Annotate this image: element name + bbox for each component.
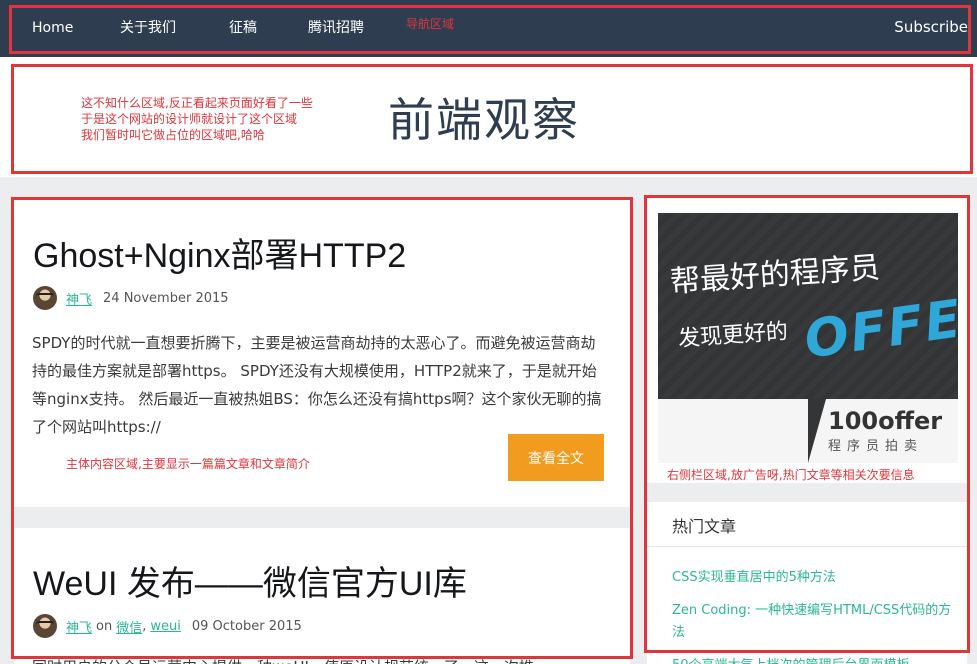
post-excerpt: SPDY的时代就一直想要折腾下，主要是被运营商劫持的太恶心了。而避免被运营商劫持… xyxy=(32,334,602,436)
popular-posts-widget: 热门文章 CSS实现垂直居中的5种方法 Zen Coding: 一种快速编写HT… xyxy=(647,502,967,664)
nav-item-about[interactable]: 关于我们 xyxy=(120,19,176,37)
top-nav: Home 关于我们 征稿 腾讯招聘 导航区域 Subscribe xyxy=(0,0,977,57)
post-excerpt: 同时用户的公众号运营中心提供一种weUI，使原设计规范统一了。这一次推 xyxy=(32,656,534,664)
post-date: 09 October 2015 xyxy=(191,618,302,634)
subscribe-link[interactable]: Subscribe xyxy=(894,18,968,36)
header-annotation-line: 于是这个网站的设计师就设计了这个区域 xyxy=(81,112,298,126)
post-meta: 神飞 24 November 2015 xyxy=(33,286,229,310)
popular-posts-list: CSS实现垂直居中的5种方法 Zen Coding: 一种快速编写HTML/CS… xyxy=(672,567,952,664)
popular-posts-title: 热门文章 xyxy=(672,517,737,536)
post-meta-on: on xyxy=(96,618,113,634)
author-avatar xyxy=(33,286,57,310)
post-card: WeUI 发布——微信官方UI库 神飞 on 微信 , weui 09 Octo… xyxy=(14,528,630,664)
post-title[interactable]: WeUI 发布——微信官方UI库 xyxy=(33,556,467,605)
ad-corner-shape xyxy=(808,399,826,463)
advertisement-banner[interactable]: 帮最好的程序员 发现更好的 OFFER 100offer 程序员拍卖 xyxy=(658,213,958,463)
widget-divider xyxy=(647,546,967,547)
tag-separator: , xyxy=(142,618,147,634)
sidebar-annotation: 右侧栏区域,放广告呀,热门文章等相关次要信息 xyxy=(667,468,915,482)
main-annotation: 主体内容区域,主要显示一篇篇文章和文章简介 xyxy=(66,457,310,471)
nav-item-submit[interactable]: 征稿 xyxy=(229,19,257,37)
post-author-link[interactable]: 神飞 xyxy=(66,617,92,636)
post-author-link[interactable]: 神飞 xyxy=(66,289,92,308)
post-date: 24 November 2015 xyxy=(103,290,229,306)
read-more-button[interactable]: 查看全文 xyxy=(508,434,604,481)
header-annotation: 这不知什么区域,反正看起来页面好看了一些 于是这个网站的设计师就设计了这个区域 … xyxy=(81,95,361,143)
post-title[interactable]: Ghost+Nginx部署HTTP2 xyxy=(33,228,406,277)
popular-post-link[interactable]: Zen Coding: 一种快速编写HTML/CSS代码的方法 xyxy=(672,600,952,644)
ad-logo-subtitle: 程序员拍卖 xyxy=(828,439,924,454)
nav-item-home[interactable]: Home xyxy=(32,19,73,37)
post-card: Ghost+Nginx部署HTTP2 神飞 24 November 2015 S… xyxy=(14,200,630,507)
nav-annotation: 导航区域 xyxy=(406,17,455,31)
post-tag-link[interactable]: 微信 xyxy=(116,617,142,636)
popular-post-link[interactable]: CSS实现垂直居中的5种方法 xyxy=(672,567,952,589)
nav-item-tencent-jobs[interactable]: 腾讯招聘 xyxy=(308,19,364,37)
ad-logo-text: 100offer xyxy=(828,407,943,435)
author-avatar xyxy=(33,614,57,638)
popular-post-link[interactable]: 50个高端大气上档次的管理后台界面模板 xyxy=(672,655,952,664)
post-tag-link[interactable]: weui xyxy=(150,619,180,634)
header-annotation-line: 我们暂时叫它做占位的区域吧,哈哈 xyxy=(81,128,265,142)
site-brand-title[interactable]: 前端观察 xyxy=(388,84,580,150)
header-annotation-line: 这不知什么区域,反正看起来页面好看了一些 xyxy=(81,96,313,110)
site-header: 这不知什么区域,反正看起来页面好看了一些 于是这个网站的设计师就设计了这个区域 … xyxy=(0,57,977,177)
post-meta: 神飞 on 微信 , weui 09 October 2015 xyxy=(33,614,302,638)
